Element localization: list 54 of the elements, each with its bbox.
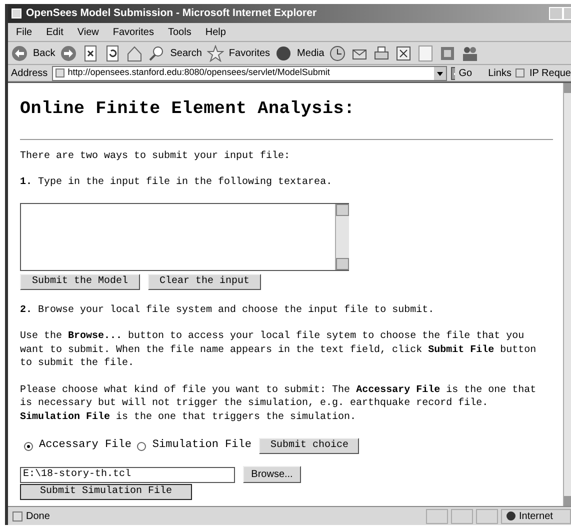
instruction-text: Please choose what kind of file you want to submit: The Accessary File is the one that is necessary but will not trigger the simulation, e.g. earthquake record file. Simulation File is the one that triggers the simulation. <box>20 384 538 424</box>
page-scrollbar[interactable] <box>563 83 571 506</box>
refresh-icon[interactable] <box>104 44 122 62</box>
blank-icon[interactable] <box>417 44 434 62</box>
page-icon <box>515 68 526 78</box>
menu-item[interactable]: View <box>75 24 101 40</box>
menu-item[interactable]: Tools <box>166 24 194 40</box>
address-label: Address <box>11 66 48 80</box>
people-icon[interactable] <box>461 44 478 62</box>
home-icon[interactable] <box>126 44 144 62</box>
step-text: 1. Type in the input file in the following textarea. <box>20 176 334 190</box>
browser-icon <box>11 8 22 19</box>
radio-label: Simulation File <box>152 439 252 453</box>
status-panel <box>476 508 498 524</box>
search-icon[interactable] <box>148 44 166 62</box>
printer-icon[interactable] <box>373 44 390 62</box>
history-icon[interactable] <box>329 44 346 62</box>
star-icon[interactable] <box>206 44 224 62</box>
dropdown-icon[interactable] <box>434 66 446 80</box>
page-icon <box>12 510 23 522</box>
instruction-text: Use the Browse... button to access your local file sytem to choose the file that you want to submit. When the file name appears in the text field, click Submit File button to submit the file. <box>20 330 538 370</box>
status-panel <box>426 508 448 524</box>
browse-button[interactable]: Browse... <box>243 466 301 483</box>
input-textarea[interactable] <box>20 202 349 270</box>
link-item[interactable]: IP Reque <box>529 66 571 80</box>
step-text: 2. Browse your local file system and choose the input file to submit. <box>20 304 436 317</box>
stop-icon[interactable] <box>82 44 100 62</box>
scrollbar[interactable] <box>335 204 349 270</box>
menu-item[interactable]: File <box>14 24 34 40</box>
submit-file-button[interactable]: Submit Simulation File <box>20 484 192 500</box>
intro-text: There are two ways to submit your input file: <box>20 150 292 163</box>
page-icon <box>54 68 65 78</box>
zone-indicator: Internet <box>501 508 571 524</box>
radio-button[interactable] <box>24 442 33 450</box>
address-field[interactable]: http://opensees.stanford.edu:8080/opensees/servlet/ModelSubmit <box>52 66 447 80</box>
radio-label: Accessary File <box>39 439 132 453</box>
media-button[interactable]: Media <box>297 46 324 60</box>
menu-item[interactable]: Help <box>203 24 228 40</box>
links-label[interactable]: Links <box>488 66 512 80</box>
submit-choice-button[interactable]: Submit choice <box>259 438 360 454</box>
edit-icon[interactable] <box>395 44 412 62</box>
status-text: Done <box>26 510 51 524</box>
menu-item[interactable]: Favorites <box>110 24 156 40</box>
window-title: OpenSees Model Submission - Microsoft Internet Explorer <box>26 6 318 21</box>
radio-button[interactable] <box>137 442 146 450</box>
go-button[interactable]: Go <box>458 66 472 80</box>
status-panel <box>451 508 473 524</box>
back-button[interactable]: Back <box>33 46 56 60</box>
favorites-button[interactable]: Favorites <box>228 46 270 60</box>
submit-model-button[interactable]: Submit the Model <box>20 274 140 290</box>
clear-input-button[interactable]: Clear the input <box>148 274 261 290</box>
search-button[interactable]: Search <box>170 46 202 60</box>
file-path-field[interactable]: E:\18-story-th.tcl <box>20 466 235 482</box>
menu-item[interactable]: Edit <box>44 24 66 40</box>
